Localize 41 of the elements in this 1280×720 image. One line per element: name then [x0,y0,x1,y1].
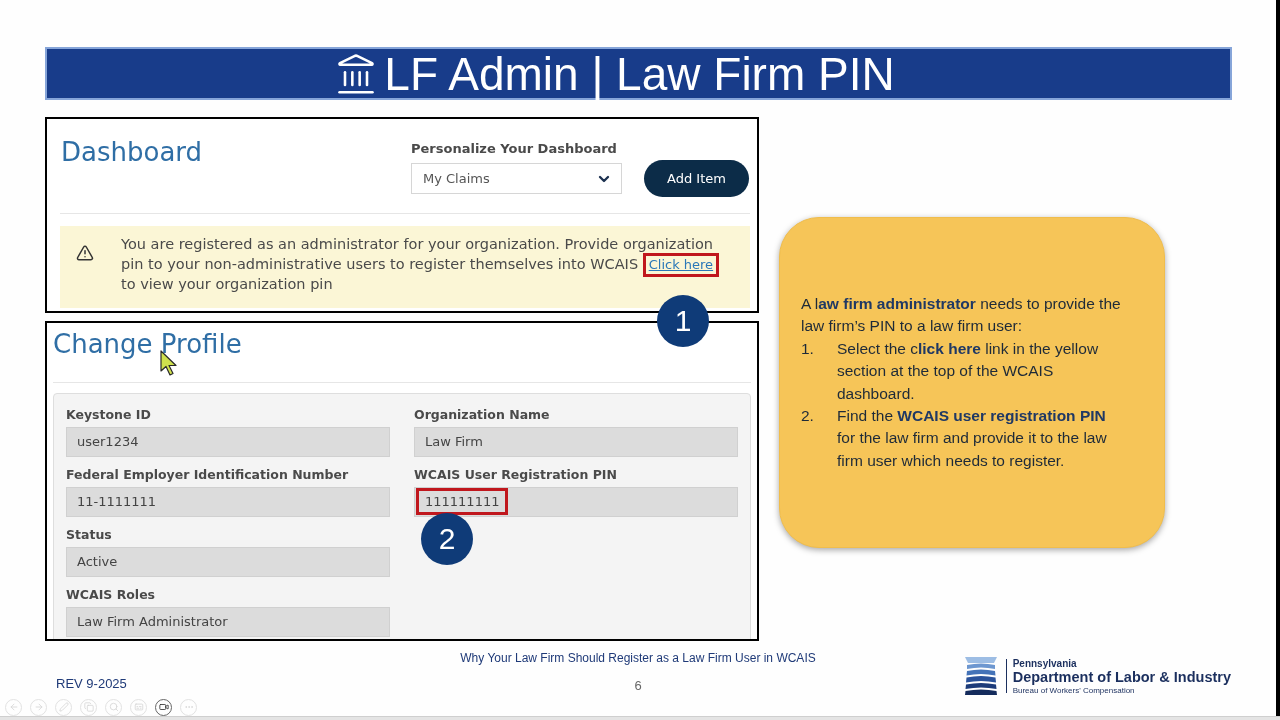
text-field[interactable]: Law Firm Administrator [66,607,390,637]
arrow-left-icon [8,702,19,712]
alert-message: You are registered as an administrator for your organization. Provide organization pin to your non-administrative users to register themselves into WCAIS Click here to view your organization pin [121,234,723,294]
warning-icon [76,244,94,262]
text-field[interactable]: 111111111 [414,487,738,517]
link[interactable]: Click here [648,257,714,272]
profile-heading: Change Profile [53,328,242,360]
logo-department-name: Department of Labor & Industry [1012,668,1231,686]
video-camera-icon [158,702,169,712]
field-value: 111111111 [425,492,500,511]
field-label: WCAIS Roles [66,586,157,604]
logo-bureau-name: Bureau of Workers' Compensation [1012,685,1136,695]
page-number: 6 [634,678,642,694]
step-number: 2. [801,405,815,426]
field-label: Status [66,526,113,544]
revision-label: REV 9-2025 [56,676,127,692]
dashboard-heading: Dashboard [61,136,203,168]
text-field[interactable]: 11-1111111 [66,487,390,517]
field-label: Personalize Your Dashboard [411,140,618,158]
callout-intro: A law firm administrator needs to provide the law firm’s PIN to a law firm user: [801,293,1122,337]
step-number-badge: 1 [657,295,709,347]
arrow-right-icon [33,702,44,712]
dashboard-select[interactable]: My Claims [411,163,622,194]
pen-icon [58,702,69,712]
text-field[interactable]: Law Firm [414,427,738,457]
field-label: Keystone ID [66,406,152,424]
presentation-title: Why Your Law Firm Should Register as a Law Firm User in WCAIS [460,650,816,666]
captions-icon [133,702,144,712]
add-item-button[interactable]: Add Item [644,160,749,197]
logo-state-name: Pennsylvania [1012,657,1078,669]
copy-icon [83,702,94,712]
step-number: 1. [801,338,815,359]
text-field[interactable]: Active [66,547,390,577]
step-text: Select the click here link in the yellow section at the top of the WCAIS dashboard. [837,338,1100,404]
text-field[interactable]: user1234 [66,427,390,457]
step-text: Find the WCAIS user registration PIN for the law firm and provide it to the law firm user which needs to register. [837,405,1108,471]
field-label: WCAIS User Registration PIN [414,466,618,484]
step-number-badge: 2 [421,513,473,565]
field-label: Organization Name [414,406,551,424]
field-label: Federal Employer Identification Number [66,466,350,484]
search-icon [108,702,119,712]
